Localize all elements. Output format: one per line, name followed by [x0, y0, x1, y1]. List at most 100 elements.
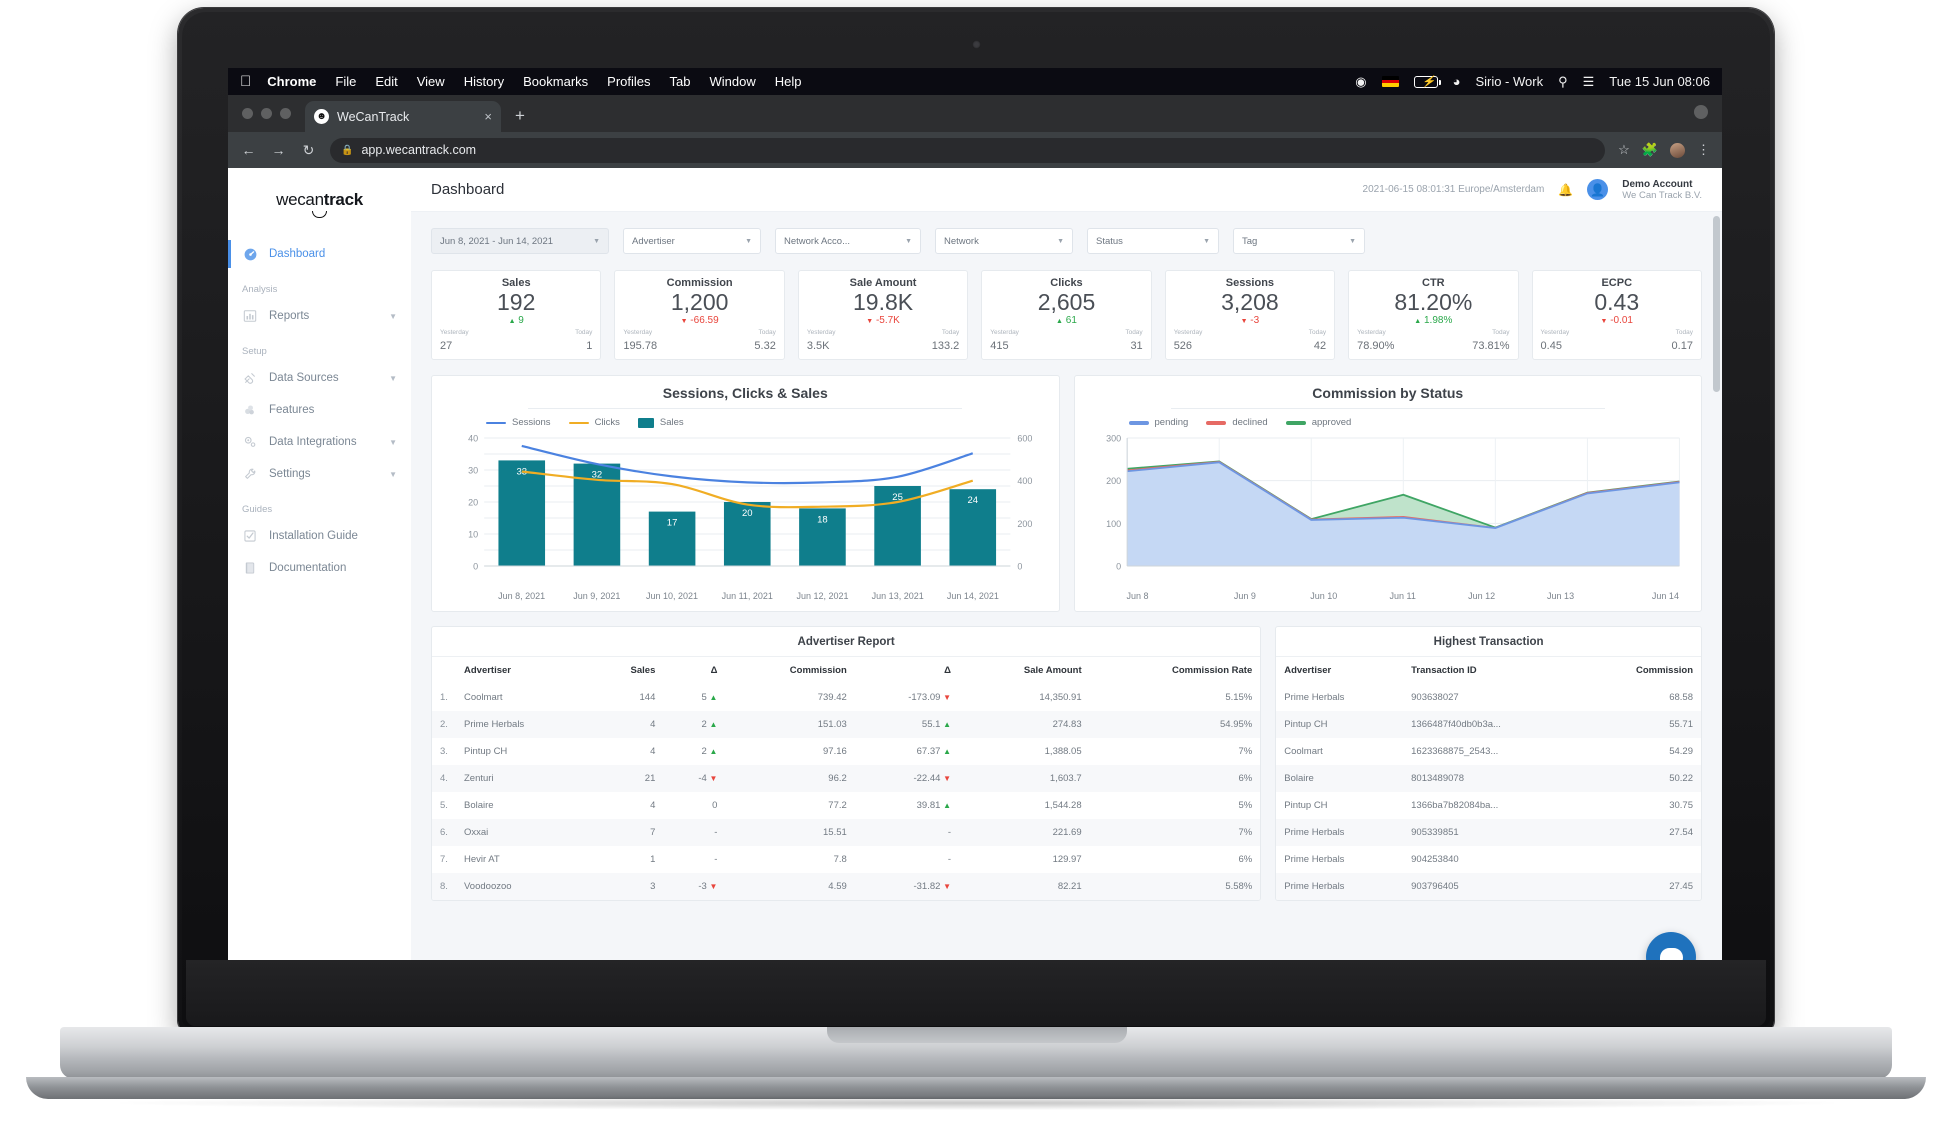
- column-header[interactable]: Commission: [1579, 657, 1701, 684]
- reload-icon[interactable]: ↻: [300, 142, 317, 159]
- close-window-button[interactable]: [242, 108, 253, 119]
- german-flag-icon[interactable]: [1382, 76, 1399, 87]
- sidebar-item-installation-guide[interactable]: Installation Guide: [228, 520, 411, 552]
- sidebar-item-dashboard[interactable]: Dashboard: [228, 238, 411, 270]
- column-header[interactable]: Sales: [591, 657, 663, 684]
- menu-item-view[interactable]: View: [417, 74, 445, 89]
- filter-network[interactable]: Network ▼: [935, 228, 1073, 254]
- bell-icon[interactable]: 🔔: [1558, 183, 1573, 197]
- minimize-window-button[interactable]: [261, 108, 272, 119]
- three-dot-menu-icon[interactable]: ⋮: [1697, 142, 1710, 158]
- column-header[interactable]: Δ: [663, 657, 725, 684]
- menu-item-profiles[interactable]: Profiles: [607, 74, 650, 89]
- table-row[interactable]: 1.Coolmart1445 ▲739.42-173.09 ▼14,350.91…: [432, 684, 1260, 711]
- filter-status[interactable]: Status ▼: [1087, 228, 1219, 254]
- wifi-icon[interactable]: ◕: [1453, 74, 1461, 89]
- chevron-down-icon[interactable]: ▼: [389, 312, 397, 321]
- sidebar-item-data-sources[interactable]: Data Sources ▼: [228, 362, 411, 394]
- table-row[interactable]: 4.Zenturi21-4 ▼96.2-22.44 ▼1,603.76%: [432, 765, 1260, 792]
- search-icon[interactable]: ⚲: [1558, 74, 1568, 90]
- chevron-down-icon[interactable]: ▼: [1057, 238, 1064, 245]
- table-row[interactable]: 7.Hevir AT1-7.8-129.976%: [432, 846, 1260, 873]
- brand-logo[interactable]: wecantrack: [228, 184, 411, 238]
- chevron-down-icon[interactable]: ▼: [593, 238, 600, 245]
- menubar-datetime[interactable]: Tue 15 Jun 08:06: [1609, 74, 1710, 89]
- column-header[interactable]: Sale Amount: [959, 657, 1090, 684]
- legend-item-pending[interactable]: pending: [1129, 417, 1189, 428]
- record-icon[interactable]: ◉: [1355, 74, 1366, 90]
- account-info[interactable]: Demo Account We Can Track B.V.: [1622, 179, 1702, 201]
- table-row[interactable]: 5.Bolaire4077.239.81 ▲1,544.285%: [432, 792, 1260, 819]
- menu-item-window[interactable]: Window: [710, 74, 756, 89]
- sidebar-item-documentation[interactable]: Documentation: [228, 552, 411, 584]
- forward-icon[interactable]: →: [270, 142, 287, 158]
- sidebar-item-data-integrations[interactable]: Data Integrations ▼: [228, 426, 411, 458]
- table-row[interactable]: 6.Oxxai7-15.51-221.697%: [432, 819, 1260, 846]
- sidebar-item-reports[interactable]: Reports ▼: [228, 300, 411, 332]
- legend-item-sessions[interactable]: Sessions: [486, 417, 551, 428]
- kpi-card-clicks[interactable]: Clicks2,605▲ 61Yesterday415Today31: [981, 270, 1151, 360]
- filter-advertiser[interactable]: Advertiser ▼: [623, 228, 761, 254]
- table-row[interactable]: Coolmart1623368875_2543...54.29: [1276, 738, 1701, 765]
- column-header[interactable]: Commission: [725, 657, 854, 684]
- close-icon[interactable]: ×: [484, 109, 492, 124]
- chevron-down-icon[interactable]: ▼: [389, 374, 397, 383]
- column-header[interactable]: Δ: [855, 657, 959, 684]
- column-header[interactable]: Advertiser: [456, 657, 591, 684]
- table-row[interactable]: Bolaire801348907850.22: [1276, 765, 1701, 792]
- address-bar[interactable]: 🔒 app.wecantrack.com: [330, 138, 1605, 163]
- kpi-card-ctr[interactable]: CTR81.20%▲ 1.98%Yesterday78.90%Today73.8…: [1348, 270, 1518, 360]
- chevron-down-icon[interactable]: ▼: [905, 238, 912, 245]
- table-row[interactable]: Pintup CH1366ba7b82084ba...30.75: [1276, 792, 1701, 819]
- table-row[interactable]: Prime Herbals90379640527.45: [1276, 873, 1701, 900]
- browser-tab[interactable]: ☻ WeCanTrack ×: [305, 101, 501, 132]
- table-row[interactable]: Prime Herbals90363802768.58: [1276, 684, 1701, 711]
- column-header[interactable]: Commission Rate: [1090, 657, 1261, 684]
- menu-item-tab[interactable]: Tab: [670, 74, 691, 89]
- table-row[interactable]: Pintup CH1366487f40db0b3a...55.71: [1276, 711, 1701, 738]
- kpi-card-sessions[interactable]: Sessions3,208▼ -3Yesterday526Today42: [1165, 270, 1335, 360]
- kpi-card-ecpc[interactable]: ECPC0.43▼ -0.01Yesterday0.45Today0.17: [1532, 270, 1702, 360]
- column-header[interactable]: Advertiser: [1276, 657, 1403, 684]
- battery-charging-icon[interactable]: ⚡: [1414, 76, 1438, 88]
- column-header[interactable]: Transaction ID: [1403, 657, 1579, 684]
- menu-item-file[interactable]: File: [335, 74, 356, 89]
- table-row[interactable]: 3.Pintup CH42 ▲97.1667.37 ▲1,388.057%: [432, 738, 1260, 765]
- chevron-down-icon[interactable]: ▼: [745, 238, 752, 245]
- legend-item-sales[interactable]: Sales: [638, 417, 684, 428]
- profile-avatar-icon[interactable]: [1670, 143, 1685, 158]
- window-extra-button[interactable]: [1694, 105, 1708, 119]
- table-row[interactable]: 8.Voodoozoo3-3 ▼4.59-31.82 ▼82.215.58%: [432, 873, 1260, 900]
- new-tab-button[interactable]: +: [515, 106, 525, 126]
- legend-item-approved[interactable]: approved: [1286, 417, 1352, 428]
- chevron-down-icon[interactable]: ▼: [389, 438, 397, 447]
- apple-icon[interactable]: : [240, 74, 251, 89]
- sidebar-item-features[interactable]: Features: [228, 394, 411, 426]
- table-row[interactable]: Prime Herbals90533985127.54: [1276, 819, 1701, 846]
- chevron-down-icon[interactable]: ▼: [1203, 238, 1210, 245]
- window-traffic-lights[interactable]: [242, 95, 305, 132]
- table-row[interactable]: Prime Herbals904253840: [1276, 846, 1701, 873]
- back-icon[interactable]: ←: [240, 142, 257, 158]
- kpi-card-commission[interactable]: Commission1,200▼ -66.59Yesterday195.78To…: [614, 270, 784, 360]
- chevron-down-icon[interactable]: ▼: [389, 470, 397, 479]
- sidebar-item-settings[interactable]: Settings ▼: [228, 458, 411, 490]
- kpi-card-sale-amount[interactable]: Sale Amount19.8K▼ -5.7KYesterday3.5KToda…: [798, 270, 968, 360]
- puzzle-icon[interactable]: 🧩: [1642, 142, 1658, 158]
- chevron-down-icon[interactable]: ▼: [1349, 238, 1356, 245]
- menu-item-chrome[interactable]: Chrome: [267, 74, 316, 89]
- legend-item-clicks[interactable]: Clicks: [569, 417, 620, 428]
- filter-date-range[interactable]: Jun 8, 2021 - Jun 14, 2021 ▼: [431, 228, 609, 254]
- kpi-card-sales[interactable]: Sales192▲ 9Yesterday27Today1: [431, 270, 601, 360]
- menubar-user[interactable]: Sirio - Work: [1475, 74, 1543, 89]
- filter-tag[interactable]: Tag ▼: [1233, 228, 1365, 254]
- menu-item-edit[interactable]: Edit: [375, 74, 397, 89]
- maximize-window-button[interactable]: [280, 108, 291, 119]
- menu-item-bookmarks[interactable]: Bookmarks: [523, 74, 588, 89]
- avatar[interactable]: 👤: [1587, 179, 1608, 200]
- control-center-icon[interactable]: ☰: [1583, 74, 1595, 90]
- menu-item-history[interactable]: History: [464, 74, 504, 89]
- table-row[interactable]: 2.Prime Herbals42 ▲151.0355.1 ▲274.8354.…: [432, 711, 1260, 738]
- vertical-scrollbar[interactable]: [1713, 216, 1720, 392]
- filter-network-account[interactable]: Network Acco... ▼: [775, 228, 921, 254]
